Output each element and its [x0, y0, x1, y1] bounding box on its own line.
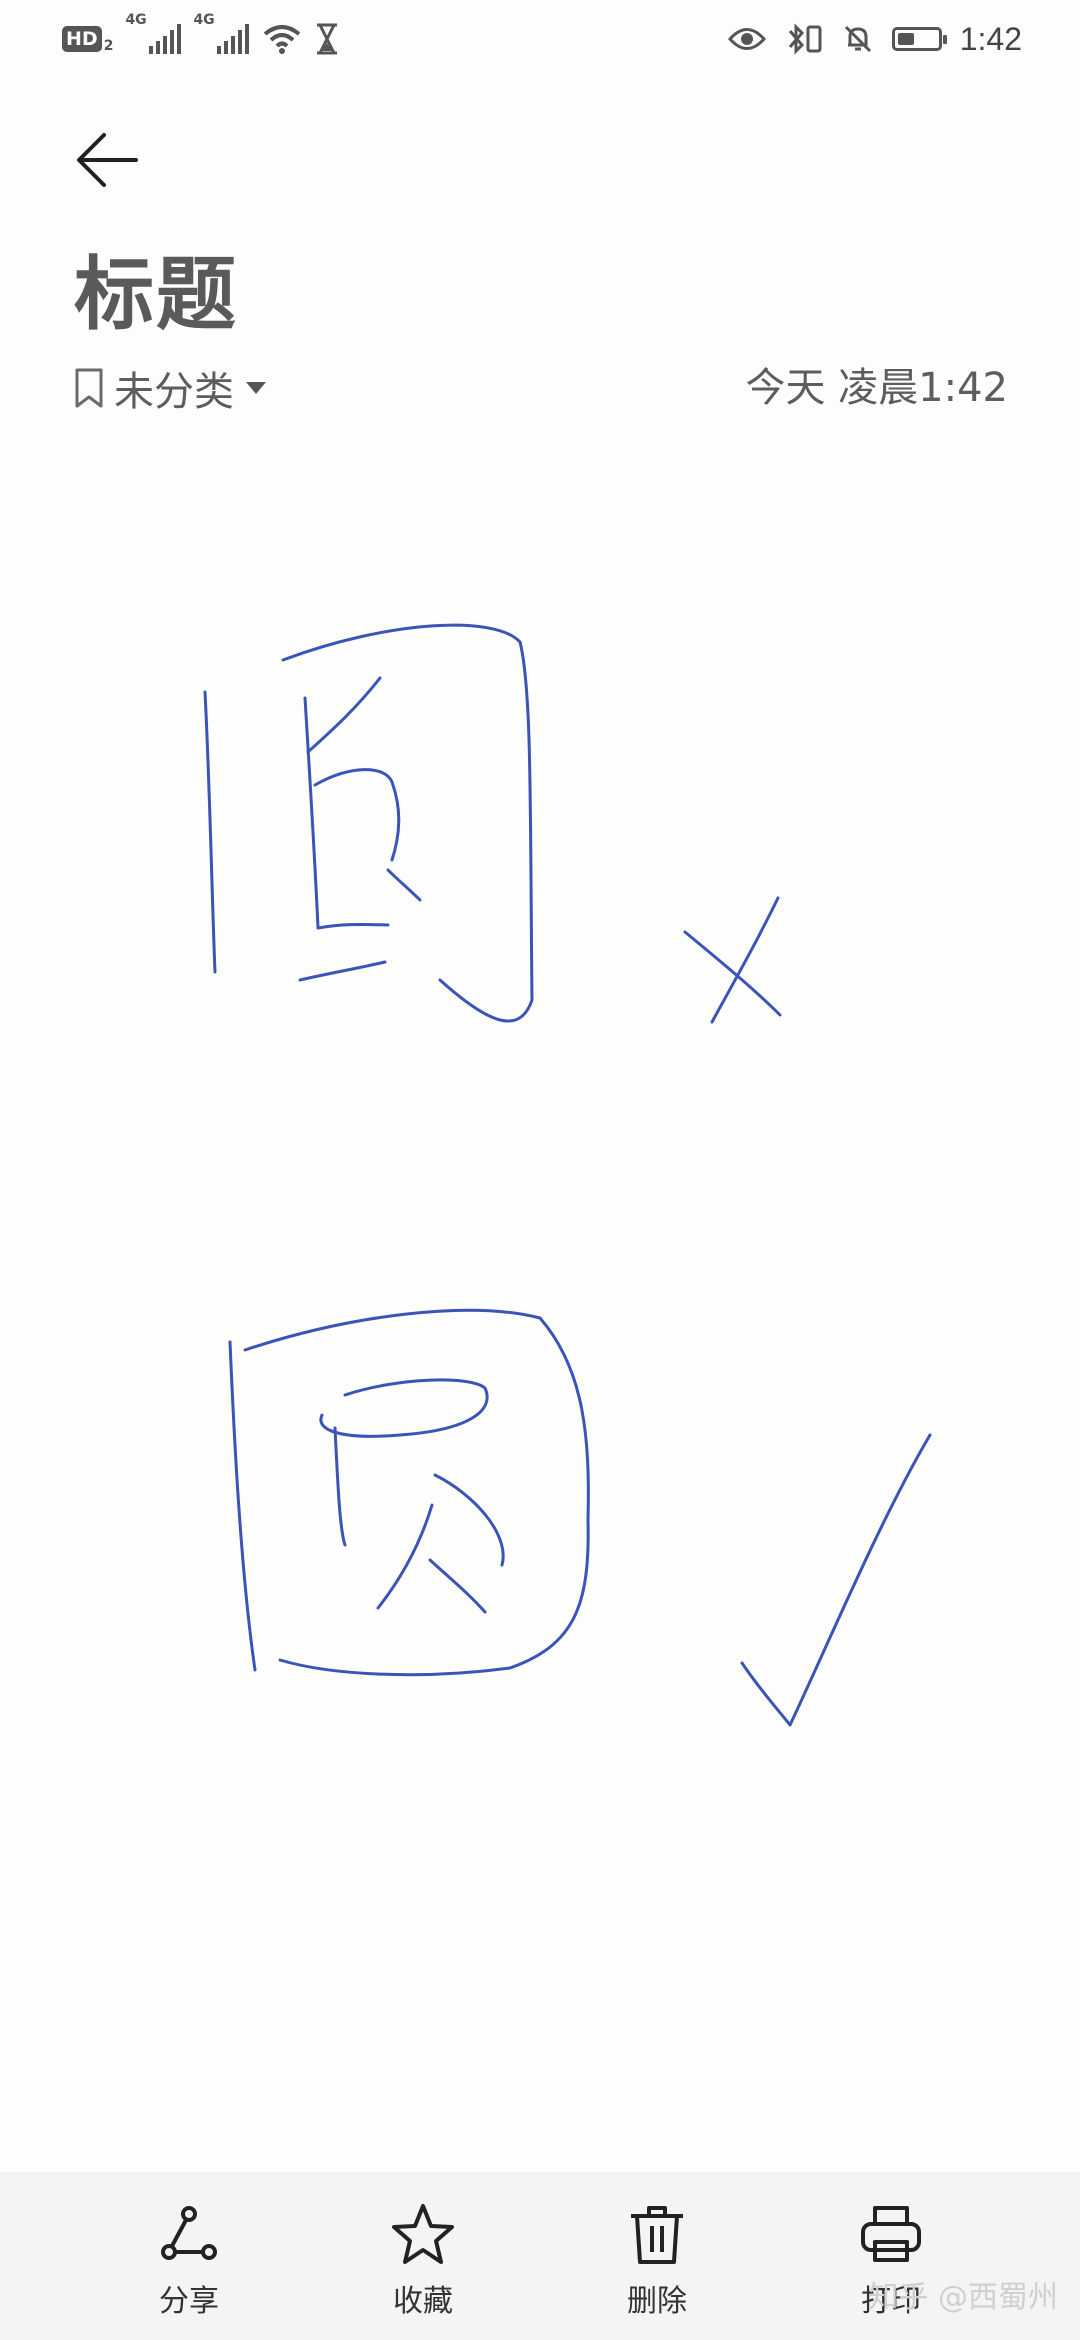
trash-icon	[631, 2206, 683, 2264]
note-title[interactable]: 标题	[74, 245, 238, 345]
eye-comfort-icon	[727, 28, 766, 50]
handwriting-stroke	[203, 690, 217, 974]
x-mark-stroke	[683, 930, 782, 1017]
handwriting-canvas[interactable]	[0, 560, 1080, 1760]
bluetooth-vibrate-icon	[788, 23, 822, 55]
handwriting-stroke	[303, 696, 390, 930]
handwriting-stroke	[298, 960, 387, 982]
delete-button[interactable]: 删除	[540, 2172, 774, 2340]
hd-voice-icon: HD	[62, 26, 102, 52]
battery-icon	[891, 27, 947, 51]
handwriting-stroke	[306, 676, 382, 754]
delete-label: 删除	[627, 2284, 687, 2319]
handwriting-stroke	[386, 868, 422, 902]
handwriting-stroke	[333, 1426, 347, 1547]
signal-icon-sim1: 4G	[125, 12, 182, 54]
mute-icon	[844, 25, 871, 53]
share-icon	[161, 2206, 217, 2260]
share-label: 分享	[159, 2284, 219, 2319]
clock: 1:42	[959, 20, 1022, 57]
handwriting-stroke	[228, 1340, 257, 1672]
signal-icon-sim2: 4G	[193, 12, 250, 54]
favorite-label: 收藏	[393, 2284, 453, 2319]
back-arrow-icon[interactable]	[72, 125, 142, 195]
watermark: 知乎 @西蜀州	[868, 2280, 1058, 2315]
check-mark-stroke	[740, 1433, 932, 1727]
hourglass-icon	[317, 23, 338, 55]
sim-number: 2	[103, 38, 114, 54]
handwriting-stroke	[281, 623, 534, 1023]
share-button[interactable]: 分享	[72, 2172, 306, 2340]
handwriting-stroke	[428, 1558, 487, 1614]
handwriting-stroke	[319, 1378, 489, 1438]
handwriting-stroke	[313, 768, 401, 862]
category-selector[interactable]: 未分类	[74, 362, 268, 415]
bookmark-icon	[75, 368, 103, 408]
category-label: 未分类	[114, 369, 234, 415]
handwriting-stroke	[433, 1473, 505, 1567]
wifi-icon	[264, 25, 301, 54]
favorite-button[interactable]: 收藏	[306, 2172, 540, 2340]
handwriting-stroke	[243, 1308, 590, 1677]
note-datetime: 今天 凌晨1:42	[745, 365, 1008, 411]
handwriting-stroke	[376, 1503, 434, 1610]
status-bar: HD 2 4G 4G 1:42	[0, 0, 1080, 80]
dropdown-triangle-icon	[246, 382, 266, 394]
star-icon	[392, 2204, 454, 2264]
printer-icon	[861, 2206, 921, 2262]
